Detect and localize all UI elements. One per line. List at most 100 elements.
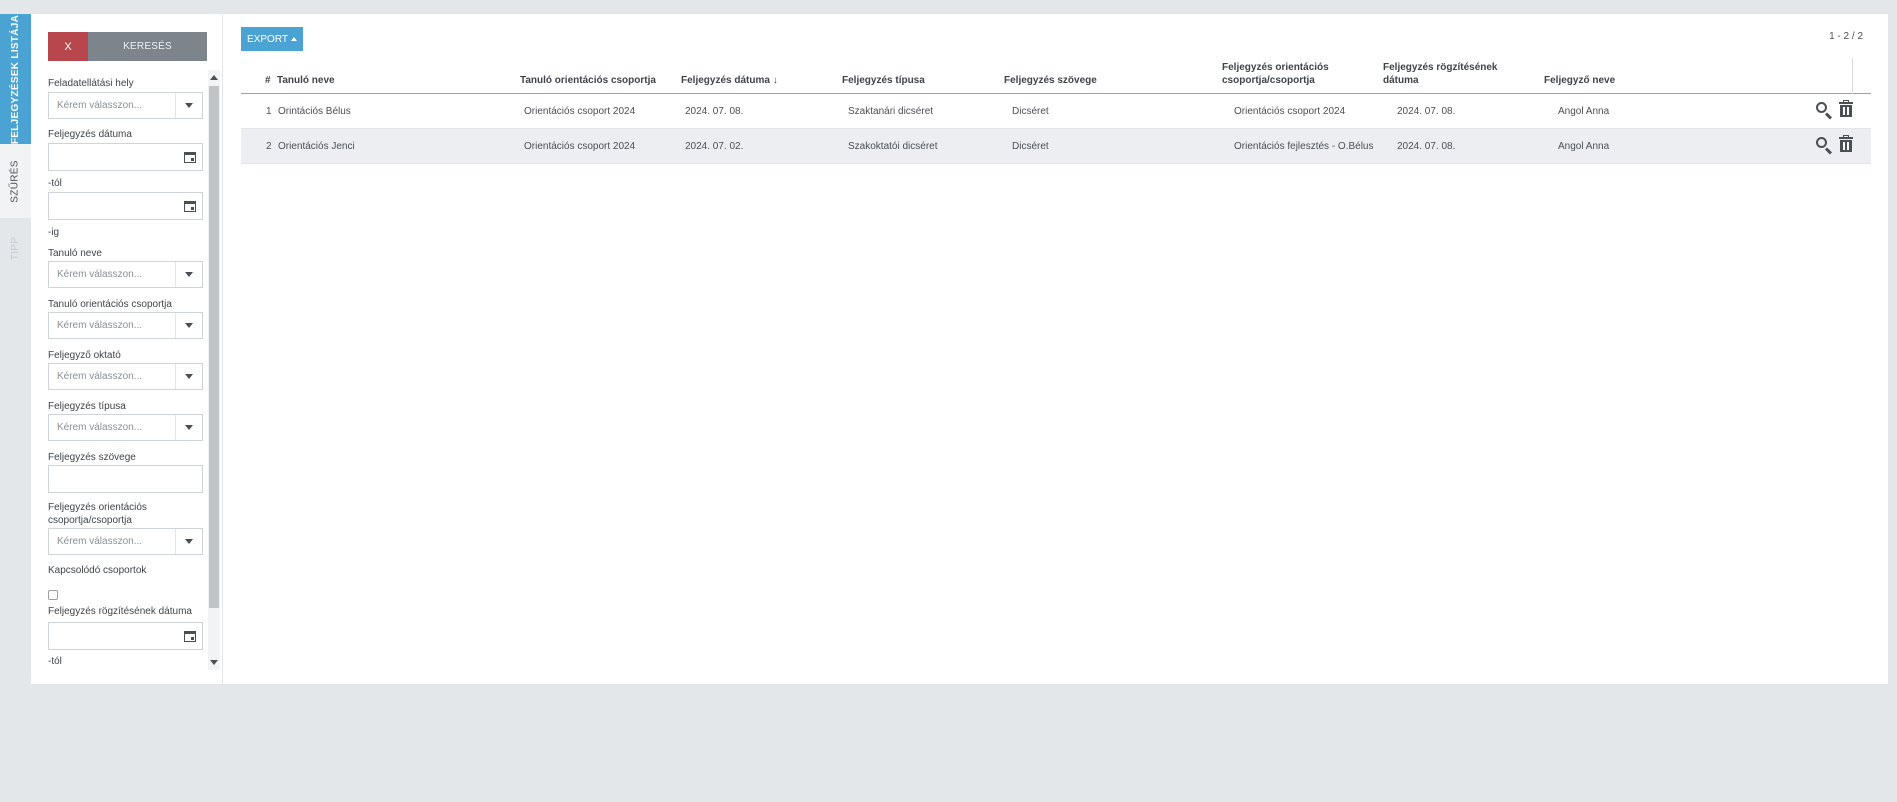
cell-num: 1 bbox=[266, 106, 272, 117]
trash-icon[interactable] bbox=[1839, 100, 1853, 117]
cell-recdate: 2024. 07. 08. bbox=[1397, 106, 1456, 117]
col-header-num: # bbox=[265, 75, 271, 86]
col-header-recdate[interactable]: Feljegyzés rögzítésének dátuma bbox=[1383, 61, 1498, 87]
col-header-type[interactable]: Feljegyzés típusa bbox=[842, 74, 925, 87]
chevron-down-icon[interactable] bbox=[175, 313, 202, 338]
calendar-icon[interactable] bbox=[184, 201, 196, 212]
kapcsolodo-csoportok-label: Kapcsolódó csoportok bbox=[48, 565, 147, 576]
feljegyzes-szovege-input[interactable] bbox=[48, 465, 203, 493]
cell-name: Orintációs Bélus bbox=[278, 106, 351, 117]
col-header-group[interactable]: Tanuló orientációs csoportja bbox=[520, 74, 656, 87]
chevron-down-icon[interactable] bbox=[175, 415, 202, 440]
cell-text: Dicséret bbox=[1012, 106, 1049, 117]
tab-feljegyzesek-listaja[interactable]: FELJEGYZÉSEK LISTÁJA bbox=[0, 14, 31, 144]
rogzites-datuma-tol-input[interactable] bbox=[48, 622, 203, 650]
tab-tipp[interactable]: TIPP bbox=[0, 218, 31, 278]
chevron-down-icon[interactable] bbox=[175, 262, 202, 287]
cell-author: Angol Anna bbox=[1558, 106, 1610, 117]
caret-up-icon bbox=[290, 37, 297, 41]
select-placeholder: Kérem válasszon... bbox=[57, 422, 143, 433]
records-table: # Tanuló neve Tanuló orientációs csoport… bbox=[241, 58, 1871, 164]
pagination-info: 1 - 2 / 2 bbox=[1829, 31, 1863, 42]
main-panel: X KERESÉS Feladatellátási hely Kérem vál… bbox=[31, 14, 1888, 684]
select-placeholder: Kérem válasszon... bbox=[57, 536, 143, 547]
table-row[interactable]: 2 Orientációs Jenci Orientációs csoport … bbox=[241, 129, 1871, 164]
calendar-icon[interactable] bbox=[184, 152, 196, 163]
rogzites-datuma-label: Feljegyzés rögzítésének dátuma bbox=[48, 606, 192, 617]
search-icon[interactable] bbox=[1815, 136, 1833, 155]
scroll-down-arrow-icon[interactable] bbox=[210, 660, 218, 665]
cell-num: 2 bbox=[266, 141, 272, 152]
col-header-author[interactable]: Feljegyző neve bbox=[1544, 74, 1615, 87]
feljegyzes-datuma-label: Feljegyzés dátuma bbox=[48, 129, 132, 140]
tol-label: -tól bbox=[48, 178, 62, 189]
tab-szures[interactable]: SZŰRÉS bbox=[0, 144, 31, 218]
table-header: # Tanuló neve Tanuló orientációs csoport… bbox=[241, 58, 1871, 94]
scroll-up-arrow-icon[interactable] bbox=[210, 75, 218, 80]
feljegyzes-szovege-label: Feljegyzés szövege bbox=[48, 452, 136, 463]
cell-text: Dicséret bbox=[1012, 141, 1049, 152]
col-header-orient-line2: csoportja/csoportja bbox=[1222, 75, 1315, 86]
trash-icon[interactable] bbox=[1839, 135, 1853, 152]
feljegyzes-tipusa-select[interactable]: Kérem válasszon... bbox=[48, 414, 203, 441]
col-header-recdate-line2: dátuma bbox=[1383, 75, 1419, 86]
col-header-orient[interactable]: Feljegyzés orientációs csoportja/csoportj… bbox=[1222, 61, 1329, 87]
filter-scrollbar[interactable] bbox=[208, 70, 220, 670]
chevron-down-icon[interactable] bbox=[175, 529, 202, 554]
select-placeholder: Kérem válasszon... bbox=[57, 100, 143, 111]
col-header-text[interactable]: Feljegyzés szövege bbox=[1004, 74, 1097, 87]
search-button[interactable]: KERESÉS bbox=[88, 32, 207, 61]
feljegyzes-orientacios-label: Feljegyzés orientációs bbox=[48, 502, 147, 513]
tanulo-neve-select[interactable]: Kérem válasszon... bbox=[48, 261, 203, 288]
filter-button-row: X KERESÉS bbox=[48, 32, 207, 61]
clear-filter-button[interactable]: X bbox=[48, 32, 88, 61]
chevron-down-icon[interactable] bbox=[175, 93, 202, 118]
export-button[interactable]: EXPORT bbox=[241, 27, 303, 51]
feljegyzes-tipusa-label: Feljegyzés típusa bbox=[48, 401, 126, 412]
sort-down-icon: ↓ bbox=[772, 75, 778, 86]
chevron-down-icon[interactable] bbox=[175, 364, 202, 389]
ig-label: -ig bbox=[48, 227, 60, 238]
feladatellatasi-hely-select[interactable]: Kérem válasszon... bbox=[48, 92, 203, 119]
row-actions bbox=[1815, 135, 1853, 155]
feljegyzo-oktato-select[interactable]: Kérem válasszon... bbox=[48, 363, 203, 390]
cell-recdate: 2024. 07. 08. bbox=[1397, 141, 1456, 152]
cell-date: 2024. 07. 02. bbox=[685, 141, 744, 152]
feljegyzes-datuma-ig-input[interactable] bbox=[48, 192, 203, 220]
filter-scroll-area: X KERESÉS Feladatellátási hely Kérem vál… bbox=[31, 14, 209, 670]
select-placeholder: Kérem válasszon... bbox=[57, 269, 143, 280]
csoportja-label: csoportja/csoportja bbox=[48, 515, 132, 526]
row-actions bbox=[1815, 100, 1853, 120]
cell-type: Szaktanári dicséret bbox=[848, 106, 934, 117]
header-divider bbox=[1852, 58, 1853, 94]
tol-label-2: -tól bbox=[48, 656, 62, 667]
select-placeholder: Kérem válasszon... bbox=[57, 371, 143, 382]
table-row[interactable]: 1 Orintációs Bélus Orientációs csoport 2… bbox=[241, 94, 1871, 129]
export-label: EXPORT bbox=[247, 33, 288, 45]
feljegyzes-datuma-tol-input[interactable] bbox=[48, 143, 203, 171]
feladatellatasi-hely-label: Feladatellátási hely bbox=[48, 78, 134, 89]
cell-group: Orientációs csoport 2024 bbox=[524, 141, 636, 152]
col-header-orient-line1: Feljegyzés orientációs bbox=[1222, 62, 1329, 73]
cell-orient: Orientációs fejlesztés - O.Bélus bbox=[1234, 141, 1374, 152]
cell-group: Orientációs csoport 2024 bbox=[524, 106, 636, 117]
tanulo-neve-label: Tanuló neve bbox=[48, 248, 102, 259]
kapcsolodo-csoportok-checkbox[interactable] bbox=[48, 590, 58, 600]
calendar-icon[interactable] bbox=[184, 631, 196, 642]
feljegyzo-oktato-label: Feljegyző oktató bbox=[48, 350, 121, 361]
col-header-recdate-line1: Feljegyzés rögzítésének bbox=[1383, 62, 1498, 73]
search-icon[interactable] bbox=[1815, 101, 1833, 120]
tanulo-orientacios-csoportja-select[interactable]: Kérem válasszon... bbox=[48, 312, 203, 339]
cell-name: Orientációs Jenci bbox=[278, 141, 355, 152]
cell-date: 2024. 07. 08. bbox=[685, 106, 744, 117]
feljegyzes-orientacios-csoportja-select[interactable]: Kérem válasszon... bbox=[48, 528, 203, 555]
vertical-tabs: FELJEGYZÉSEK LISTÁJA SZŰRÉS TIPP bbox=[0, 14, 31, 278]
col-header-name[interactable]: Tanuló neve bbox=[277, 74, 335, 87]
tanulo-orientacios-csoportja-label: Tanuló orientációs csoportja bbox=[48, 299, 172, 310]
select-placeholder: Kérem válasszon... bbox=[57, 320, 143, 331]
scrollbar-thumb[interactable] bbox=[209, 86, 219, 608]
col-header-date[interactable]: Feljegyzés dátuma ↓ bbox=[681, 74, 778, 87]
cell-author: Angol Anna bbox=[1558, 141, 1610, 152]
filter-panel: X KERESÉS Feladatellátási hely Kérem vál… bbox=[31, 14, 223, 684]
cell-type: Szakoktatói dicséret bbox=[848, 141, 938, 152]
